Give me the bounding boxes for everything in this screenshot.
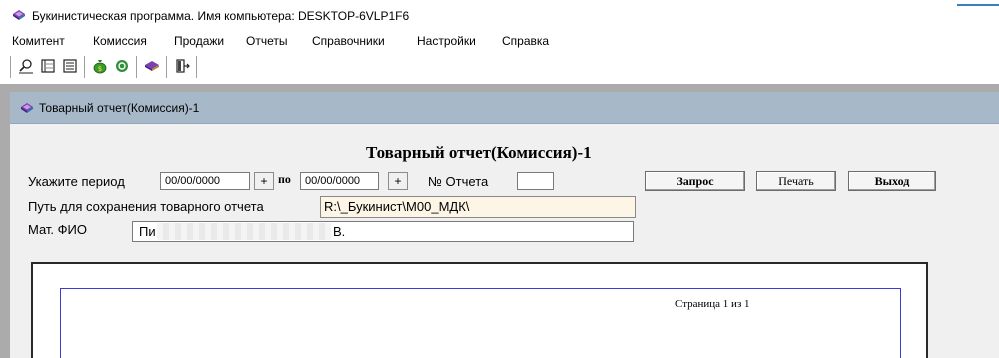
document-list-icon (63, 59, 77, 73)
toolbar-separator (166, 56, 168, 78)
date-to-plus-button[interactable]: + (388, 172, 408, 190)
page-info: Страница 1 из 1 (675, 298, 750, 310)
menu-komitent[interactable]: Комитент (12, 34, 65, 48)
report-child-window: Товарный отчет(Комиссия)-1 Товарный отче… (10, 92, 999, 358)
query-button[interactable]: Запрос (645, 171, 745, 191)
toolbar-separator (136, 56, 138, 78)
toolbar-separator (84, 56, 86, 78)
menu-komissiya[interactable]: Комиссия (93, 34, 147, 48)
report-number-field[interactable] (517, 172, 554, 190)
date-from-plus-button[interactable]: + (254, 172, 274, 190)
book-stack-icon (145, 61, 159, 71)
register-button[interactable] (38, 56, 58, 76)
print-button[interactable]: Печать (756, 171, 836, 191)
date-from-field[interactable]: 00/00/0000 (160, 172, 250, 190)
report-heading: Товарный отчет(Комиссия)-1 (366, 143, 592, 162)
exit-door-icon (176, 59, 190, 73)
money-bag-button[interactable]: $ (90, 56, 110, 76)
date-to-field[interactable]: 00/00/0000 (300, 172, 379, 190)
mdi-workspace: Товарный отчет(Комиссия)-1 Товарный отче… (0, 84, 999, 358)
report-preview[interactable]: Страница 1 из 1 (31, 262, 928, 358)
toolbar: $ (10, 54, 230, 80)
search-person-icon (19, 59, 33, 74)
refresh-icon (116, 60, 128, 72)
report-form: Товарный отчет(Комиссия)-1 Укажите перио… (10, 125, 999, 358)
register-icon (41, 59, 55, 73)
period-label: Укажите период (28, 174, 125, 189)
menu-spravka[interactable]: Справка (502, 34, 549, 48)
refresh-button[interactable] (112, 56, 132, 76)
mat-fio-value-end: В. (333, 224, 346, 239)
mat-fio-value-start: Пи (139, 224, 156, 239)
menu-otchety[interactable]: Отчеты (246, 34, 287, 48)
window-title: Букинистическая программа. Имя компьютер… (32, 9, 410, 23)
preview-page: Страница 1 из 1 (60, 288, 901, 358)
search-person-button[interactable] (16, 56, 36, 76)
redacted-text (157, 223, 331, 240)
menu-prodazhi[interactable]: Продажи (174, 34, 224, 48)
path-field[interactable]: R:\_Букинист\М00_МДК\ (320, 196, 636, 218)
child-window-title: Товарный отчет(Комиссия)-1 (39, 101, 200, 115)
books-app-icon (21, 103, 33, 113)
mat-fio-label: Мат. ФИО (28, 222, 87, 237)
document-list-button[interactable] (60, 56, 80, 76)
exit-button[interactable]: Выход (848, 171, 936, 191)
menu-bar: Комитент Комиссия Продажи Отчеты Справоч… (0, 33, 999, 51)
book-stack-button[interactable] (142, 56, 162, 76)
money-bag-icon: $ (93, 60, 107, 74)
svg-text:$: $ (98, 65, 102, 73)
toolbar-separator (196, 56, 198, 78)
books-app-icon (13, 10, 25, 20)
titlebar-accent-line (957, 4, 999, 6)
report-number-label: № Отчета (428, 174, 489, 189)
child-titlebar[interactable]: Товарный отчет(Комиссия)-1 (10, 92, 999, 124)
exit-button-toolbar[interactable] (172, 56, 192, 76)
to-label: по (278, 172, 291, 186)
path-label: Путь для сохранения товарного отчета (28, 199, 264, 214)
menu-spravochniki[interactable]: Справочники (312, 34, 385, 48)
toolbar-separator (10, 56, 12, 78)
mat-fio-field[interactable]: Пи В. (132, 221, 634, 242)
main-titlebar: Букинистическая программа. Имя компьютер… (0, 0, 999, 30)
menu-nastroyki[interactable]: Настройки (417, 34, 476, 48)
